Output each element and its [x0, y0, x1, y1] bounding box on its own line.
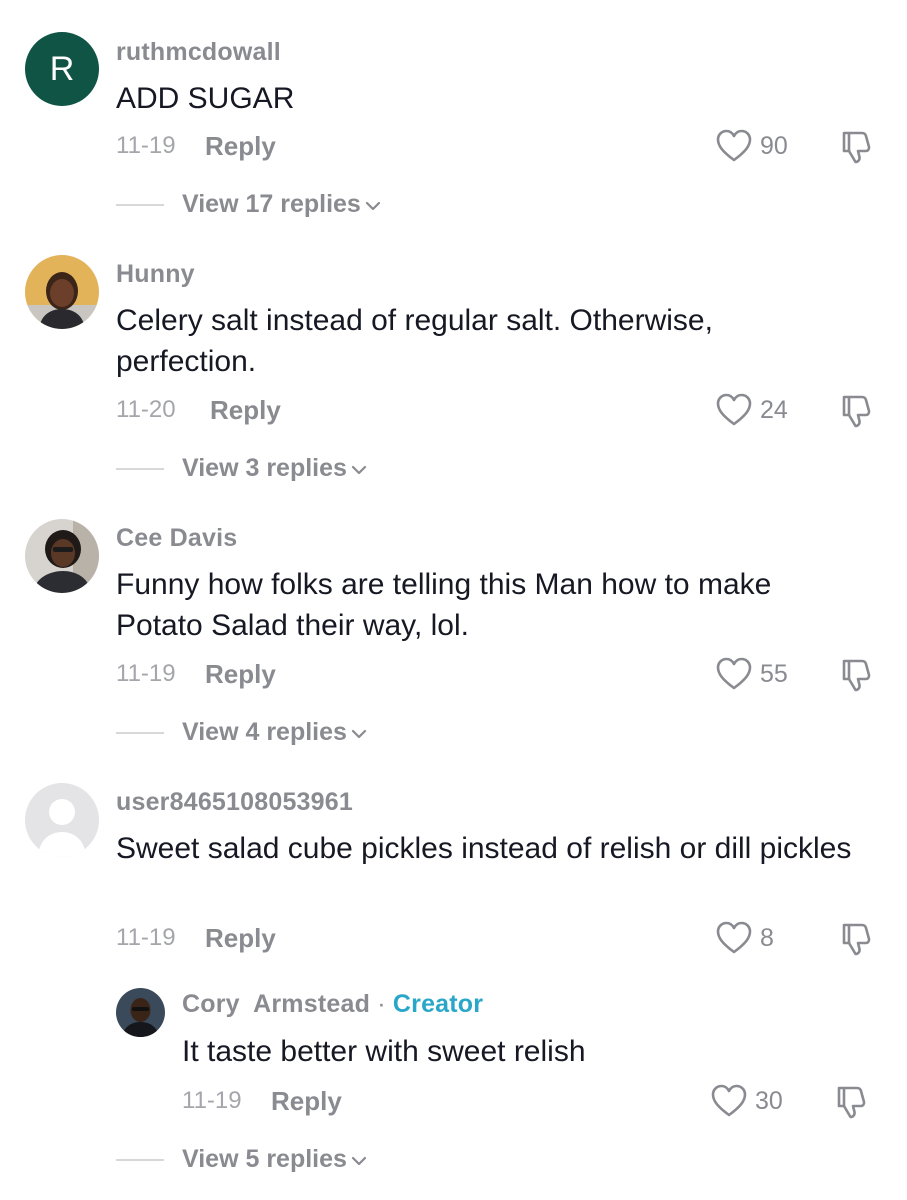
dislike-button[interactable]	[833, 1084, 869, 1125]
thumbs-down-icon	[833, 1084, 869, 1120]
reply-button[interactable]: Reply	[205, 923, 276, 954]
comment-date: 11-19	[116, 132, 176, 159]
comment-text: Funny how folks are telling this Man how…	[116, 568, 772, 642]
chevron-down-icon	[365, 201, 381, 211]
view-replies-button[interactable]: View 17 replies	[116, 190, 381, 219]
dislike-button[interactable]	[838, 129, 874, 170]
dislike-button[interactable]	[838, 657, 874, 698]
like-button[interactable]: 30	[711, 1084, 783, 1118]
avatar[interactable]: R	[25, 32, 99, 106]
dislike-button[interactable]	[838, 921, 874, 962]
chevron-down-icon	[351, 465, 367, 475]
divider-line	[116, 467, 164, 470]
comment-text: Sweet salad cube pickles instead of reli…	[116, 832, 852, 865]
heart-outline-icon	[716, 393, 752, 427]
comment-username[interactable]: Cory Armstead	[182, 990, 370, 1018]
avatar[interactable]	[25, 255, 99, 329]
comment-date: 11-19	[116, 660, 176, 687]
like-button[interactable]: 8	[716, 921, 774, 955]
heart-outline-icon	[716, 921, 752, 955]
view-replies-button[interactable]: View 4 replies	[116, 718, 367, 747]
view-replies-label: View 3 replies	[182, 454, 347, 482]
like-count: 30	[755, 1086, 783, 1115]
comment-text: It taste better with sweet relish	[182, 1035, 586, 1068]
avatar[interactable]	[116, 988, 165, 1037]
like-button[interactable]: 24	[716, 393, 788, 427]
comment-date: 11-19	[116, 924, 176, 951]
thumbs-down-icon	[838, 657, 874, 693]
view-replies-label: View 4 replies	[182, 718, 347, 746]
comment-text: Celery salt instead of regular salt. Oth…	[116, 304, 713, 378]
comment-username[interactable]: user8465108053961	[116, 788, 353, 817]
comment-date: 11-20	[116, 396, 176, 423]
chevron-down-icon	[351, 1156, 367, 1166]
view-replies-button[interactable]: View 3 replies	[116, 454, 367, 483]
reply-button[interactable]: Reply	[205, 131, 276, 162]
divider-line	[116, 203, 164, 206]
comment-username[interactable]: Hunny	[116, 260, 195, 289]
reply-button[interactable]: Reply	[210, 395, 281, 426]
view-replies-label: View 5 replies	[182, 1145, 347, 1173]
reply-button[interactable]: Reply	[205, 659, 276, 690]
thumbs-down-icon	[838, 393, 874, 429]
like-button[interactable]: 90	[716, 129, 788, 163]
heart-outline-icon	[716, 129, 752, 163]
thumbs-down-icon	[838, 129, 874, 165]
reply-button[interactable]: Reply	[271, 1086, 342, 1117]
view-replies-label: View 17 replies	[182, 190, 361, 218]
comment-text: ADD SUGAR	[116, 82, 295, 115]
heart-outline-icon	[711, 1084, 747, 1118]
comment-username[interactable]: Cee Davis	[116, 524, 237, 553]
comment-username[interactable]: ruthmcdowall	[116, 38, 281, 67]
thumbs-down-icon	[838, 921, 874, 957]
separator-dot: ·	[377, 990, 386, 1018]
avatar[interactable]	[25, 519, 99, 593]
like-count: 24	[760, 395, 788, 424]
creator-badge: Creator	[392, 990, 484, 1018]
like-button[interactable]: 55	[716, 657, 788, 691]
avatar[interactable]	[25, 783, 99, 857]
divider-line	[116, 1158, 164, 1161]
avatar-letter: R	[49, 49, 75, 88]
like-count: 55	[760, 659, 788, 688]
chevron-down-icon	[351, 729, 367, 739]
like-count: 8	[760, 923, 774, 952]
dislike-button[interactable]	[838, 393, 874, 434]
comment-date: 11-19	[182, 1087, 242, 1114]
like-count: 90	[760, 131, 788, 160]
heart-outline-icon	[716, 657, 752, 691]
reply-username-row: Cory Armstead · Creator	[182, 990, 483, 1019]
view-replies-button[interactable]: View 5 replies	[116, 1145, 367, 1174]
divider-line	[116, 731, 164, 734]
